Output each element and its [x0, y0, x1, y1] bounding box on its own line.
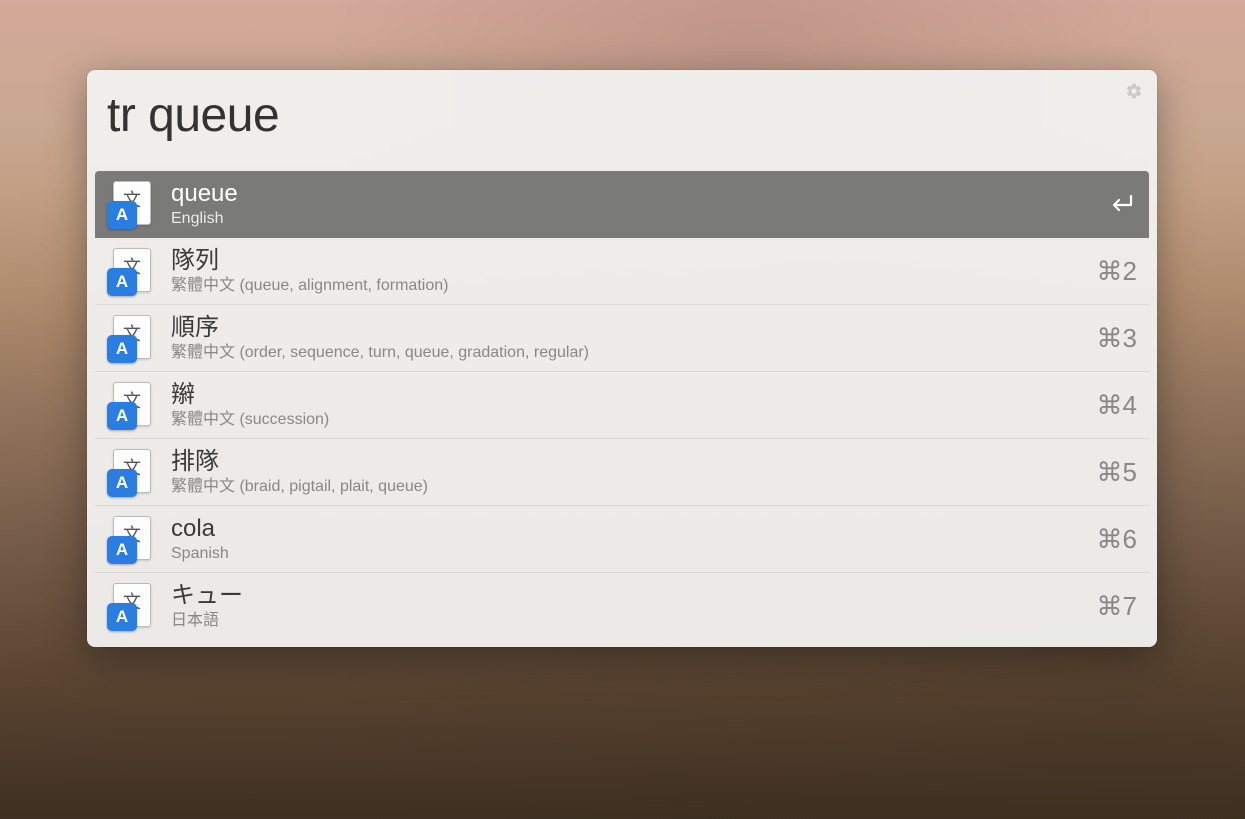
result-subtitle: 繁體中文 (braid, pigtail, plait, queue)	[171, 477, 1085, 496]
result-subtitle: 繁體中文 (succession)	[171, 410, 1085, 429]
result-text: 隊列繁體中文 (queue, alignment, formation)	[171, 247, 1085, 295]
shortcut-label: ⌘4	[1097, 390, 1137, 421]
result-text: queueEnglish	[171, 180, 1095, 228]
result-row[interactable]: A辮繁體中文 (succession)⌘4	[95, 372, 1149, 439]
result-text: キュー日本語	[171, 582, 1085, 630]
gear-icon[interactable]	[1125, 82, 1143, 100]
result-title: 排隊	[171, 448, 1085, 476]
result-title: queue	[171, 180, 1095, 208]
result-title: 順序	[171, 314, 1085, 342]
result-subtitle: Spanish	[171, 544, 1085, 563]
result-row[interactable]: AcolaSpanish ⌘6	[95, 506, 1149, 573]
search-input[interactable]	[107, 88, 1137, 143]
translate-icon: A	[107, 179, 157, 229]
result-subtitle: 繁體中文 (queue, alignment, formation)	[171, 276, 1085, 295]
result-title: 辮	[171, 381, 1085, 409]
result-row[interactable]: A キュー日本語 ⌘7	[95, 573, 1149, 639]
launcher-window: AqueueEnglishA隊列繁體中文 (queue, alignment, …	[87, 70, 1157, 647]
translate-icon: A	[107, 380, 157, 430]
result-subtitle: 日本語	[171, 611, 1085, 630]
translate-icon: A	[107, 514, 157, 564]
shortcut-label: ⌘3	[1097, 323, 1137, 354]
result-subtitle: English	[171, 209, 1095, 228]
result-title: キュー	[171, 582, 1085, 610]
shortcut-label: ⌘5	[1097, 457, 1137, 488]
result-text: 排隊繁體中文 (braid, pigtail, plait, queue)	[171, 448, 1085, 496]
result-row[interactable]: A 順序繁體中文 (order, sequence, turn, queue, g…	[95, 305, 1149, 372]
result-row[interactable]: AqueueEnglish	[95, 171, 1149, 238]
translate-icon: A	[107, 313, 157, 363]
results-list: AqueueEnglishA隊列繁體中文 (queue, alignment, …	[87, 171, 1157, 639]
result-row[interactable]: A 隊列繁體中文 (queue, alignment, formation) ⌘2	[95, 238, 1149, 305]
result-text: colaSpanish	[171, 515, 1085, 563]
result-title: cola	[171, 515, 1085, 543]
translate-icon: A	[107, 246, 157, 296]
shortcut-label: ⌘7	[1097, 591, 1137, 622]
search-area	[87, 70, 1157, 171]
result-row[interactable]: A 排隊繁體中文 (braid, pigtail, plait, queue) ⌘5	[95, 439, 1149, 506]
result-text: 順序繁體中文 (order, sequence, turn, queue, gr…	[171, 314, 1085, 362]
translate-icon: A	[107, 447, 157, 497]
shortcut-label: ⌘6	[1097, 524, 1137, 555]
translate-icon: A	[107, 581, 157, 631]
enter-key-icon	[1107, 192, 1137, 216]
shortcut-label: ⌘2	[1097, 256, 1137, 287]
result-text: 辮繁體中文 (succession)	[171, 381, 1085, 429]
result-title: 隊列	[171, 247, 1085, 275]
result-subtitle: 繁體中文 (order, sequence, turn, queue, grad…	[171, 343, 1085, 362]
